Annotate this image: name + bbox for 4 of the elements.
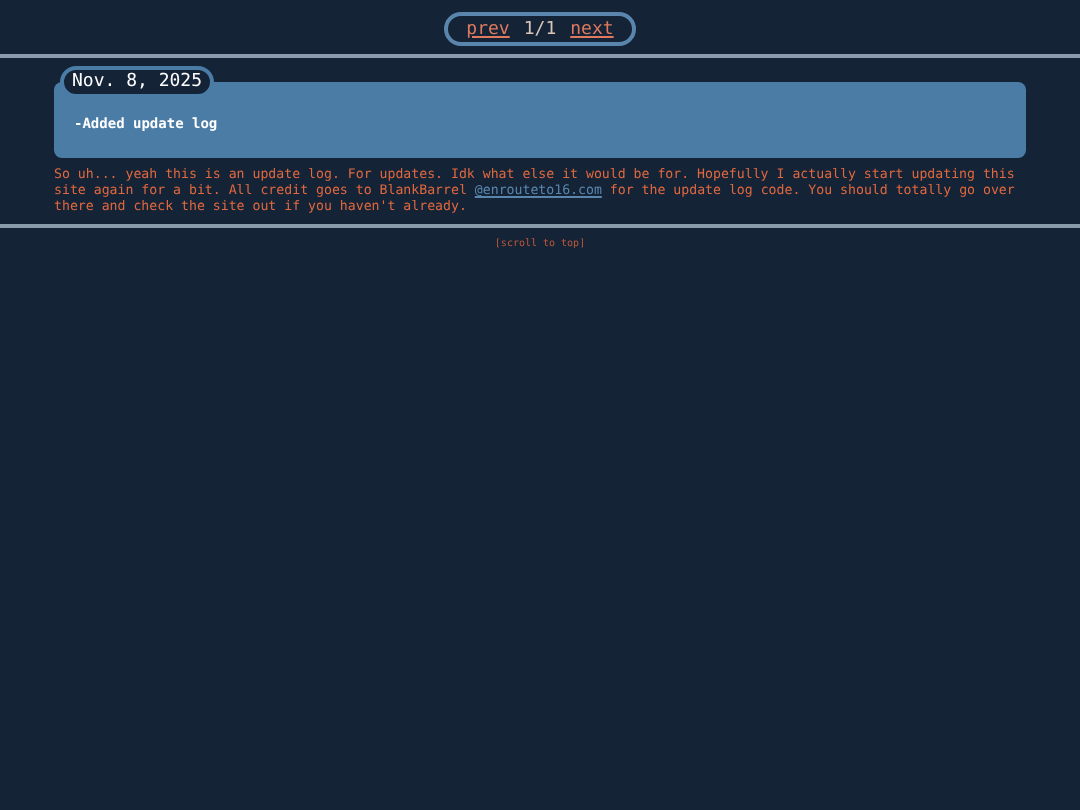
page-count: 1/1	[523, 19, 557, 39]
prev-link[interactable]: prev	[466, 19, 510, 39]
next-link[interactable]: next	[570, 19, 614, 39]
date-label: Nov. 8, 2025	[60, 66, 215, 98]
